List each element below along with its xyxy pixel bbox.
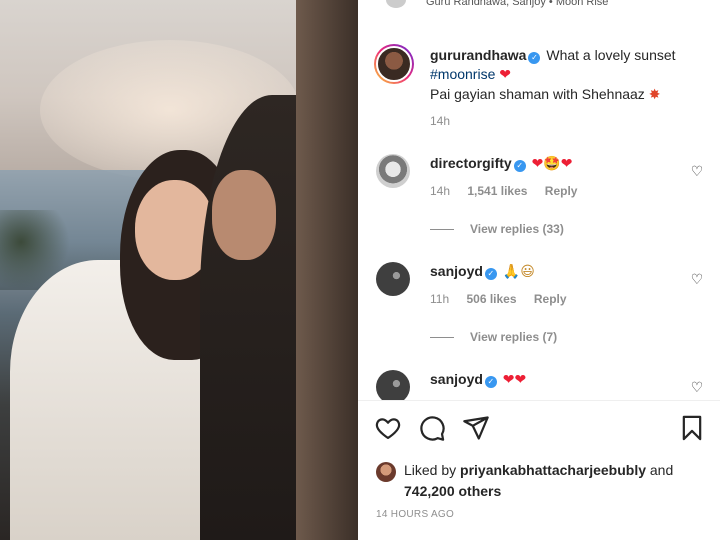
view-replies-button[interactable]: View replies (7) bbox=[430, 330, 557, 344]
post-video[interactable] bbox=[0, 0, 358, 540]
comment-username[interactable]: directorgifty bbox=[430, 155, 512, 171]
comment-meta: 14h 1,541 likes Reply bbox=[430, 184, 591, 198]
caption-text-part2: Pai gayian shaman with Shehnaaz bbox=[430, 86, 645, 102]
caption-text-part1: What a lovely sunset bbox=[546, 47, 676, 63]
post-location[interactable]: Guru Randhawa, Sanjoy • Moon Rise bbox=[426, 0, 608, 8]
liker-username[interactable]: priyankabhattacharjeebubly bbox=[460, 462, 646, 478]
action-bar bbox=[358, 414, 720, 444]
verified-badge-icon: ✓ bbox=[513, 160, 526, 172]
caption-author-avatar[interactable] bbox=[374, 44, 414, 84]
comment-reply-button[interactable]: Reply bbox=[534, 292, 567, 306]
commenter-avatar[interactable] bbox=[376, 154, 410, 188]
post-details-panel: Guru Randhawa, Sanjoy • Moon Rise gurura… bbox=[358, 0, 720, 540]
comment-reply-button[interactable]: Reply bbox=[545, 184, 578, 198]
caption-meta: 14h bbox=[430, 114, 464, 128]
hashtag-link[interactable]: #moonrise bbox=[430, 66, 495, 82]
verified-badge-icon: ✓ bbox=[484, 268, 497, 280]
caption-text: gururandhawa ✓ What a lovely sunset #moon… bbox=[430, 46, 710, 105]
view-replies-label: View replies (7) bbox=[470, 330, 558, 344]
comment-likes-count[interactable]: 506 likes bbox=[466, 292, 516, 306]
comment-text: sanjoyd ✓ 🙏😃 bbox=[430, 262, 535, 282]
commenter-avatar[interactable] bbox=[376, 262, 410, 296]
panel-divider bbox=[358, 400, 720, 401]
comment-time[interactable]: 14h bbox=[430, 184, 450, 198]
bookmark-icon[interactable] bbox=[678, 414, 706, 442]
post-header: Guru Randhawa, Sanjoy • Moon Rise bbox=[358, 0, 720, 12]
comment-emojis: ❤❤ bbox=[502, 372, 527, 388]
caption-time[interactable]: 14h bbox=[430, 114, 450, 128]
comment-icon[interactable] bbox=[418, 414, 446, 442]
comment-emojis: ❤🤩❤ bbox=[531, 156, 573, 172]
header-avatar[interactable] bbox=[386, 0, 406, 8]
replies-divider-line bbox=[430, 229, 454, 231]
verified-badge-icon: ✓ bbox=[528, 52, 541, 64]
comment-text: sanjoyd ✓ ❤❤ bbox=[430, 370, 526, 390]
commenter-avatar[interactable] bbox=[376, 370, 410, 400]
comment-username[interactable]: sanjoyd bbox=[430, 263, 483, 279]
comment-like-heart-icon[interactable]: ♡ bbox=[690, 272, 704, 286]
comment-username[interactable]: sanjoyd bbox=[430, 371, 483, 387]
comments-list[interactable]: gururandhawa ✓ What a lovely sunset #moon… bbox=[358, 36, 720, 400]
replies-divider-line bbox=[430, 337, 454, 339]
verified-badge-icon: ✓ bbox=[484, 376, 497, 388]
window-frame bbox=[296, 0, 358, 540]
comment-like-heart-icon[interactable]: ♡ bbox=[690, 164, 704, 178]
liked-by-prefix: Liked by bbox=[404, 462, 457, 478]
comment-emojis: 🙏😃 bbox=[502, 264, 535, 280]
man-face bbox=[212, 170, 276, 260]
comment-time[interactable]: 11h bbox=[430, 292, 449, 306]
comment-likes-count[interactable]: 1,541 likes bbox=[467, 184, 527, 198]
caption-username[interactable]: gururandhawa bbox=[430, 47, 526, 63]
likes-others-count[interactable]: 742,200 others bbox=[404, 483, 501, 499]
comment-meta: 11h 506 likes Reply bbox=[430, 292, 581, 306]
view-replies-label: View replies (33) bbox=[470, 222, 564, 236]
comment-like-heart-icon[interactable]: ♡ bbox=[690, 380, 704, 394]
post-timestamp[interactable]: 14 HOURS AGO bbox=[376, 509, 454, 520]
liked-by-connector: and bbox=[649, 462, 674, 478]
collision-emoji: ✸ bbox=[648, 87, 661, 103]
red-heart-emoji: ❤ bbox=[499, 67, 511, 83]
liker-avatar[interactable] bbox=[376, 462, 396, 482]
paper-plane-icon[interactable] bbox=[462, 414, 490, 442]
view-replies-button[interactable]: View replies (33) bbox=[430, 222, 564, 236]
comment-text: directorgifty ✓ ❤🤩❤ bbox=[430, 154, 572, 174]
like-heart-icon[interactable] bbox=[374, 414, 402, 442]
liked-by-text: Liked by priyankabhattacharjeebubly and … bbox=[404, 460, 714, 502]
